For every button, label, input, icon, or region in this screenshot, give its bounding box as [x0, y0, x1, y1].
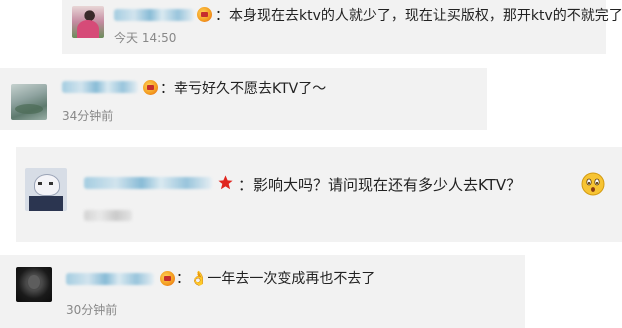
surprised-face-icon [581, 172, 605, 196]
comment-text: ：影响大吗？请问现在还有多少人去KTV？ [238, 176, 522, 194]
avatar[interactable] [16, 267, 52, 302]
username[interactable] [66, 273, 154, 285]
vip-icon [197, 7, 212, 22]
username[interactable] [84, 177, 212, 189]
comment-text: ：👌一年去一次变成再也不去了 [176, 271, 376, 287]
avatar[interactable] [72, 6, 104, 38]
comment-time: 今天 14:50 [114, 31, 177, 45]
comment-card: ：👌一年去一次变成再也不去了 30分钟前 [0, 255, 525, 328]
username[interactable] [62, 81, 138, 93]
comment-time: 34分钟前 [62, 109, 114, 123]
vip-icon [143, 80, 158, 95]
comment-text: ：幸亏好久不愿去KTV了～ [160, 81, 327, 97]
star-icon [218, 175, 233, 190]
username[interactable] [114, 9, 194, 21]
vip-icon [160, 271, 175, 286]
comment-card: ：本身现在去ktv的人就少了，现在让买版权，那开ktv的不就完了 今天 14:5… [62, 0, 622, 54]
comment-card: ：幸亏好久不愿去KTV了～ 34分钟前 [0, 68, 487, 130]
comment-time [84, 210, 132, 221]
comment-time: 30分钟前 [66, 303, 118, 317]
avatar[interactable] [11, 84, 47, 120]
avatar[interactable] [25, 168, 67, 211]
comment-text: ：本身现在去ktv的人就少了，现在让买版权，那开ktv的不就完了 [215, 8, 622, 24]
comment-card: ：影响大吗？请问现在还有多少人去KTV？ [16, 147, 622, 242]
